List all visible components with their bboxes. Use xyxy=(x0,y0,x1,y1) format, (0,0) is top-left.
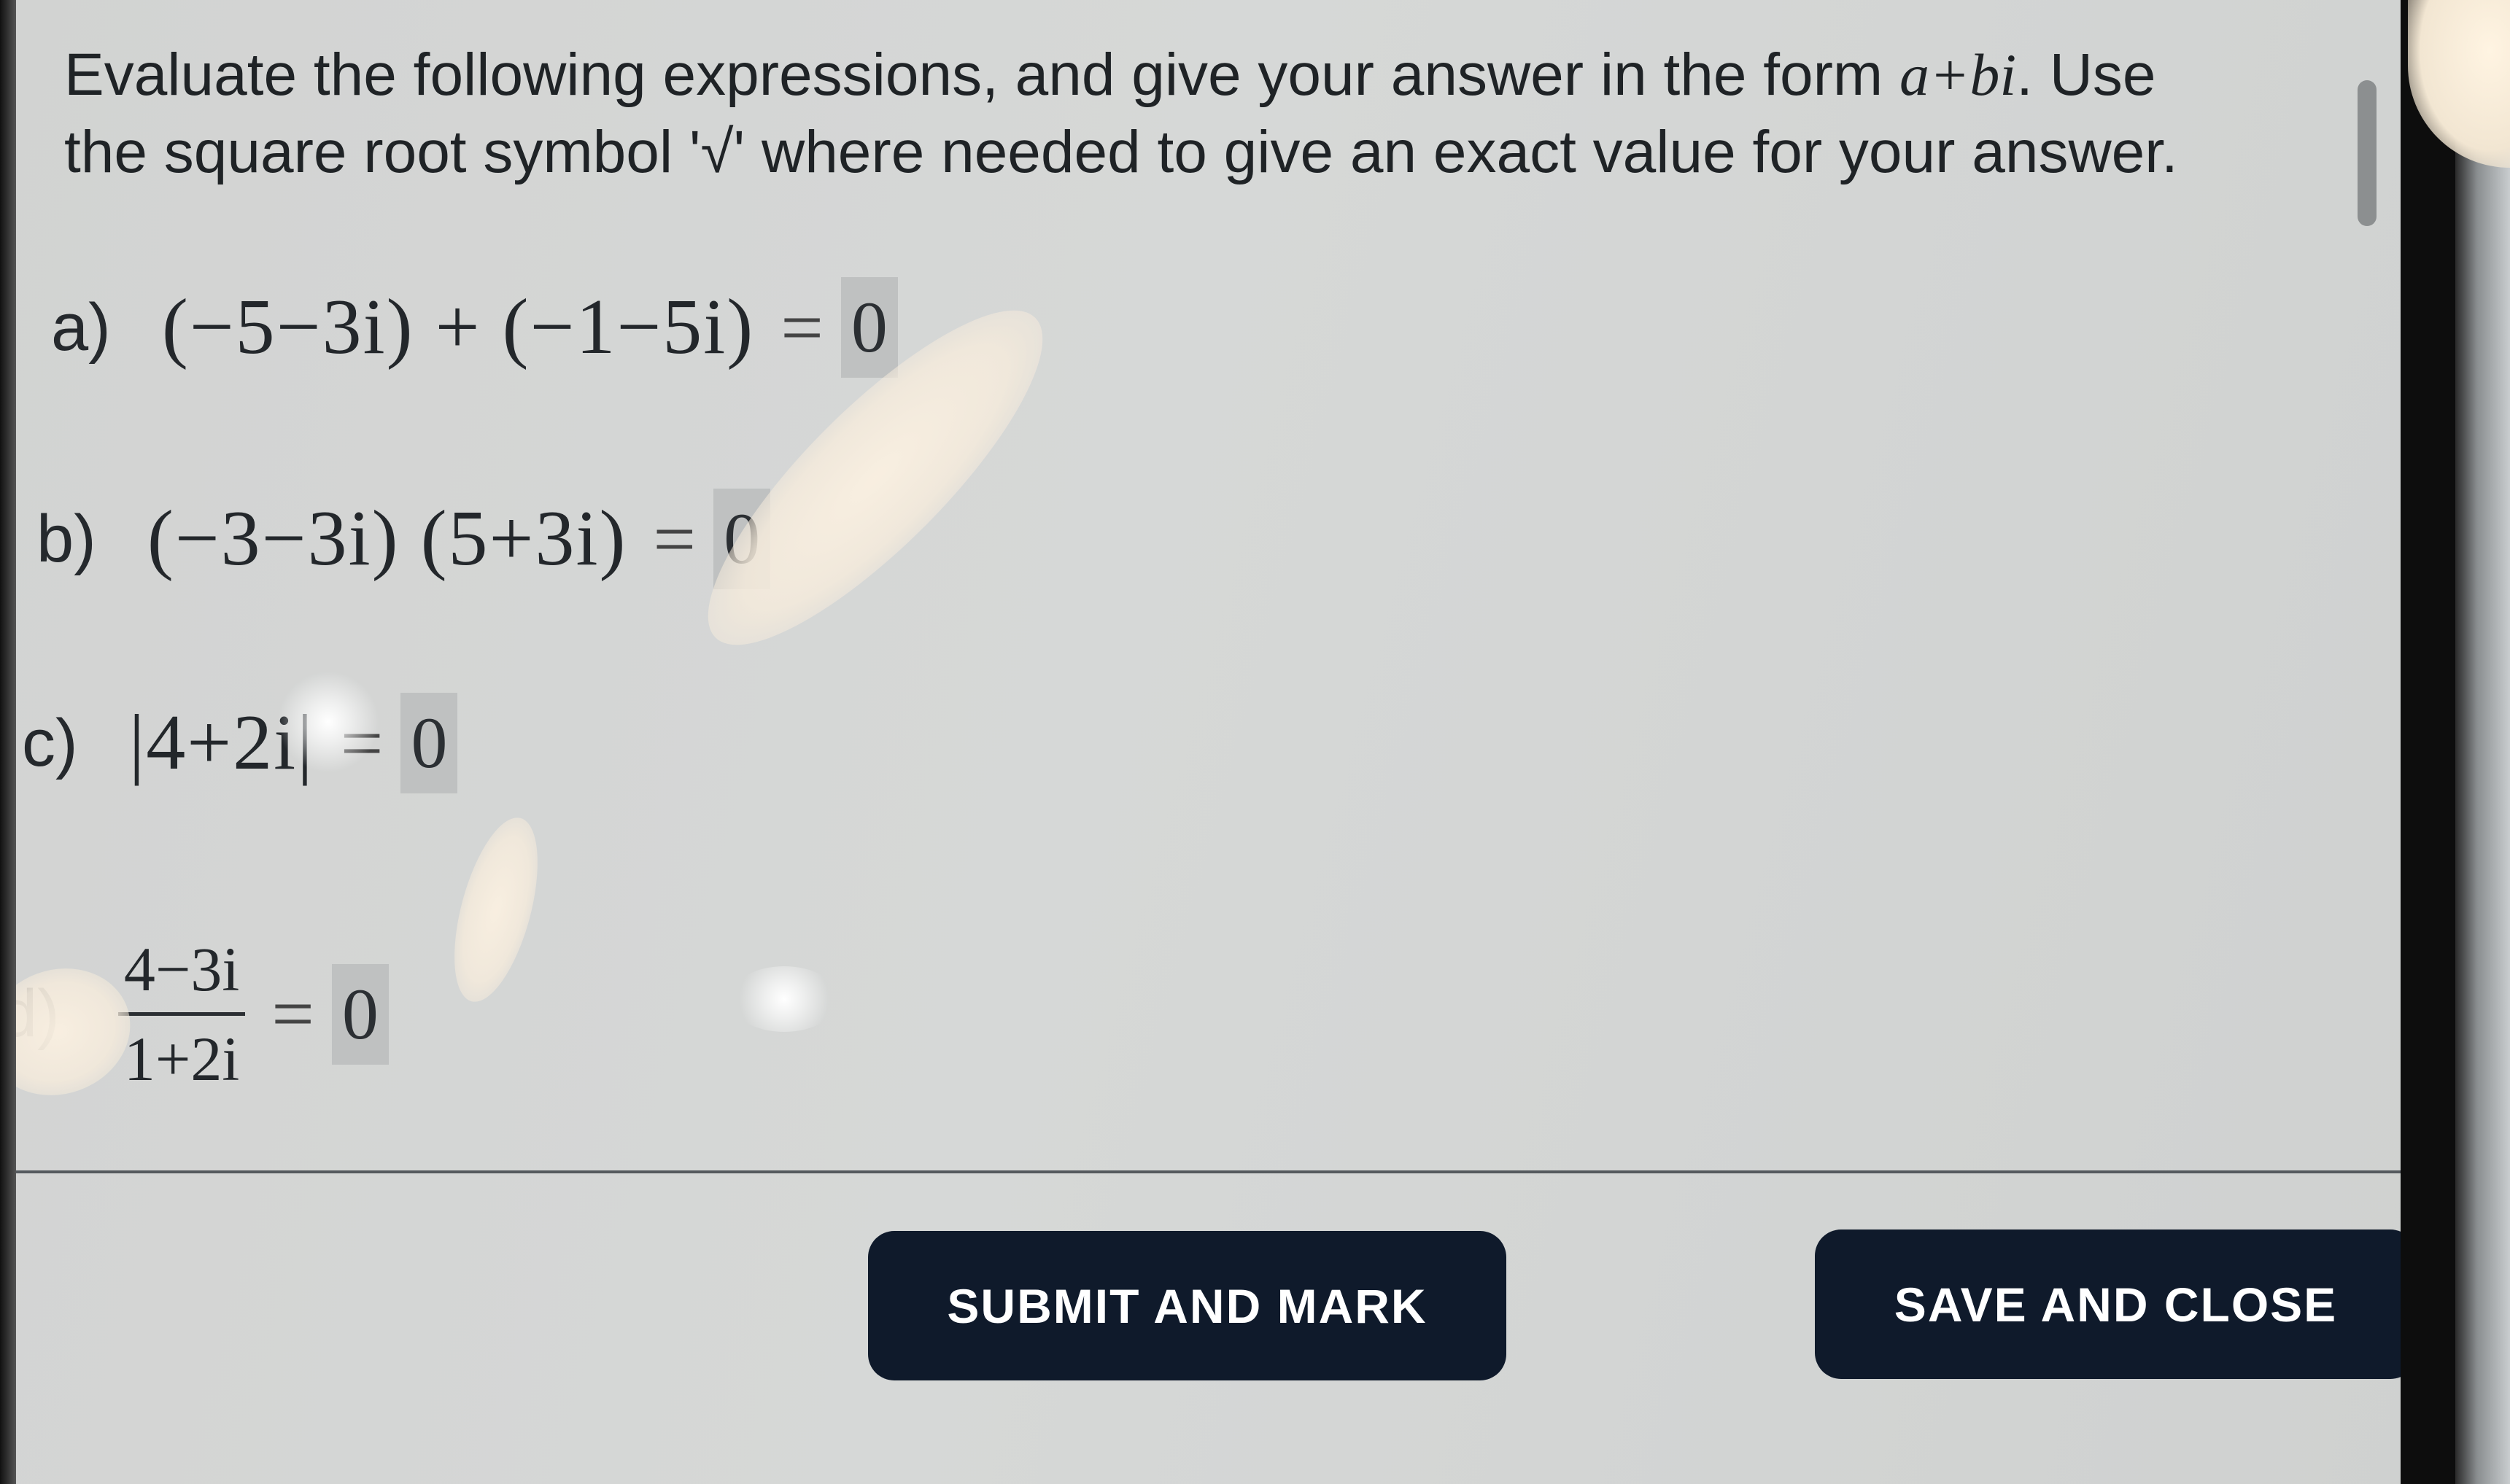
answer-input-b[interactable]: 0 xyxy=(713,489,771,589)
answer-input-c[interactable]: 0 xyxy=(400,693,458,793)
question-expression: (−3−3i) (5+3i) xyxy=(147,495,627,582)
submit-button-label: SUBMIT AND MARK xyxy=(947,1278,1428,1333)
question-c: c) |4+2i| = 0 xyxy=(22,693,458,793)
device-bezel-left xyxy=(0,0,16,1484)
divider xyxy=(0,1170,2414,1173)
save-button-label: SAVE AND CLOSE xyxy=(1894,1277,2338,1332)
question-expression: |4+2i| xyxy=(128,699,314,786)
question-label: b) xyxy=(36,501,96,576)
question-expression: (−5−3i) + (−1−5i) xyxy=(161,284,755,370)
screen-area: Evaluate the following expressions, and … xyxy=(0,0,2429,1484)
question-label: c) xyxy=(22,705,78,780)
answer-input-d[interactable]: 0 xyxy=(331,963,389,1065)
photo-stage: Evaluate the following expressions, and … xyxy=(0,0,2510,1484)
instructions-line1-prefix: Evaluate the following expressions, and … xyxy=(64,42,1900,108)
equals-sign: = xyxy=(653,497,697,581)
instructions-text: Evaluate the following expressions, and … xyxy=(64,36,2325,191)
question-d: d) 4−3i 1+2i = 0 xyxy=(0,926,389,1102)
answer-form: a+bi xyxy=(1899,42,2017,108)
instructions-line1-suffix: . Use xyxy=(2016,42,2156,108)
fraction-denominator: 1+2i xyxy=(123,1024,240,1094)
light-sparkle xyxy=(729,966,839,1032)
fraction-numerator: 4−3i xyxy=(117,926,246,1016)
question-label: a) xyxy=(51,290,111,365)
instructions-line2: the square root symbol '√' where needed … xyxy=(64,119,2178,185)
question-a: a) (−5−3i) + (−1−5i) = 0 xyxy=(51,277,898,378)
fraction: 4−3i 1+2i xyxy=(117,926,246,1102)
device-edge xyxy=(2455,0,2510,1484)
question-b: b) (−3−3i) (5+3i) = 0 xyxy=(36,489,771,589)
equals-sign: = xyxy=(340,701,384,785)
scrollbar[interactable] xyxy=(2358,80,2377,226)
save-and-close-button[interactable]: SAVE AND CLOSE xyxy=(1815,1229,2417,1379)
answer-input-a[interactable]: 0 xyxy=(840,277,898,378)
equals-sign: = xyxy=(780,285,824,370)
submit-and-mark-button[interactable]: SUBMIT AND MARK xyxy=(868,1231,1506,1380)
equals-sign: = xyxy=(271,972,314,1056)
glare-reflection xyxy=(438,809,554,1011)
device-bezel-right xyxy=(2401,0,2510,1484)
